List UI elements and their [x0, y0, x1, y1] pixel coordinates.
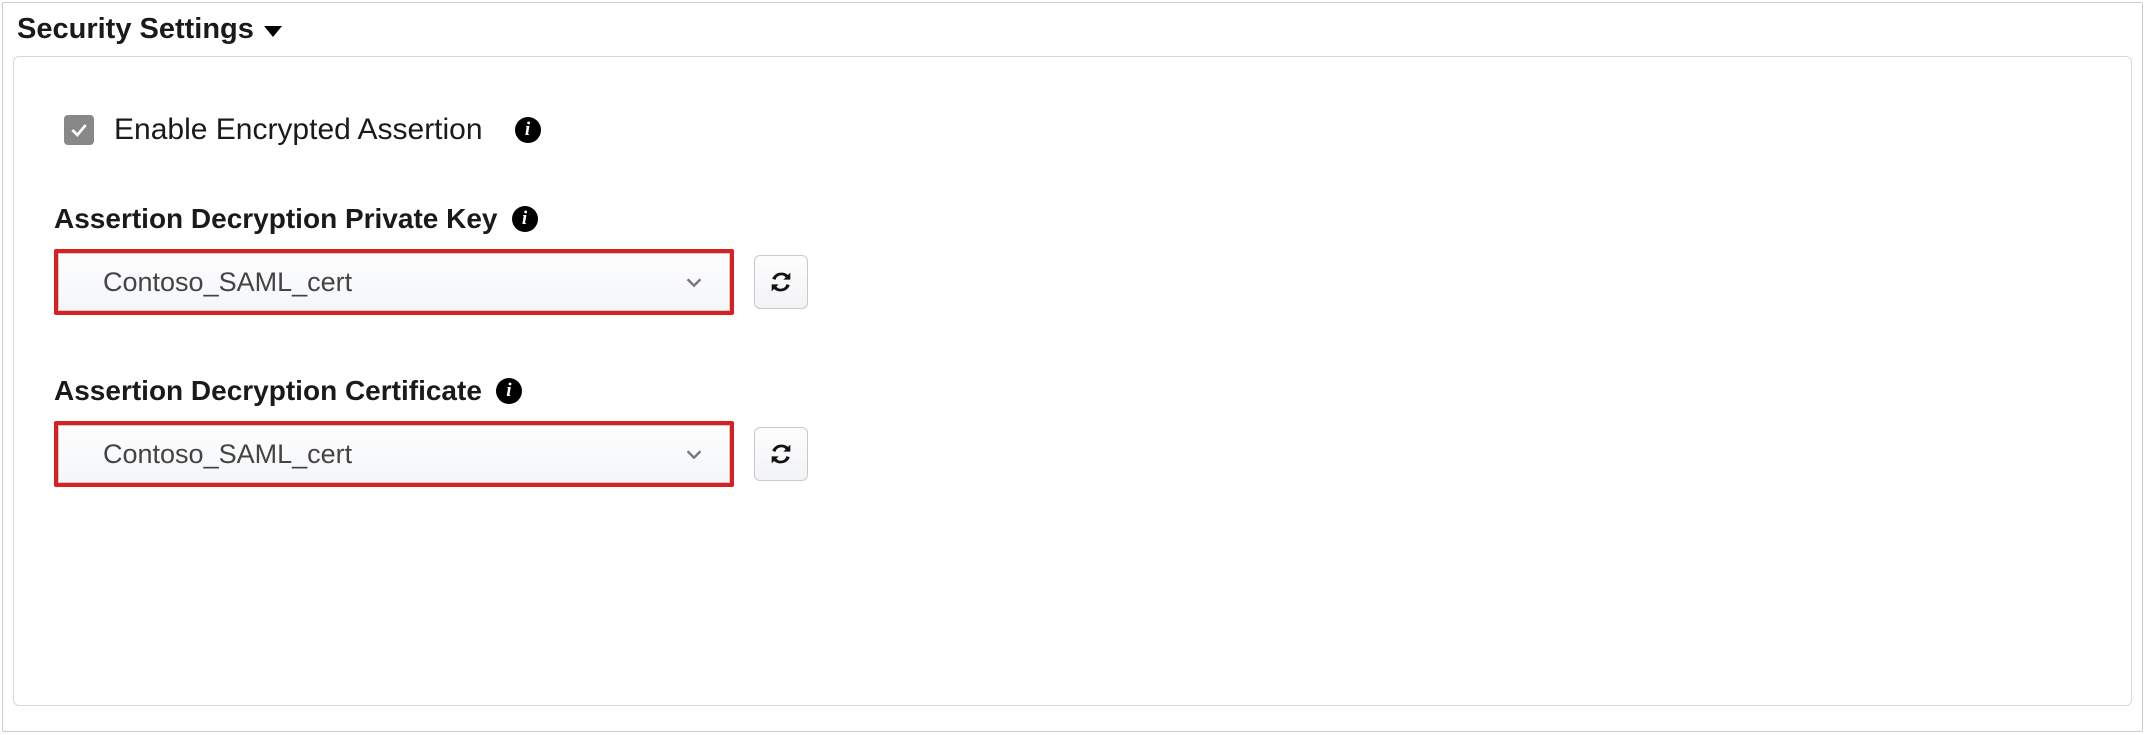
private-key-label: Assertion Decryption Private Key: [54, 203, 498, 235]
checkmark-icon: [69, 120, 89, 140]
certificate-label: Assertion Decryption Certificate: [54, 375, 482, 407]
section-header[interactable]: Security Settings: [13, 9, 2132, 56]
info-icon[interactable]: i: [512, 206, 538, 232]
enable-encrypted-assertion-label: Enable Encrypted Assertion: [114, 113, 495, 147]
refresh-icon: [767, 440, 795, 468]
chevron-down-icon: [683, 271, 705, 293]
info-icon[interactable]: i: [515, 117, 541, 143]
certificate-select[interactable]: Contoso_SAML_cert: [58, 425, 730, 483]
private-key-refresh-button[interactable]: [754, 255, 808, 309]
private-key-select[interactable]: Contoso_SAML_cert: [58, 253, 730, 311]
refresh-icon: [767, 268, 795, 296]
certificate-select-value: Contoso_SAML_cert: [103, 439, 352, 470]
enable-encrypted-assertion-checkbox[interactable]: [64, 115, 94, 145]
caret-down-icon: [264, 26, 282, 37]
info-icon[interactable]: i: [496, 378, 522, 404]
certificate-refresh-button[interactable]: [754, 427, 808, 481]
section-title: Security Settings: [17, 13, 254, 46]
assertion-private-key-field: Assertion Decryption Private Key i Conto…: [54, 203, 2091, 315]
private-key-select-value: Contoso_SAML_cert: [103, 267, 352, 298]
certificate-select-highlight: Contoso_SAML_cert: [54, 421, 734, 487]
chevron-down-icon: [683, 443, 705, 465]
security-settings-container: Security Settings Enable Encrypted Asser…: [2, 2, 2143, 732]
private-key-select-highlight: Contoso_SAML_cert: [54, 249, 734, 315]
enable-encrypted-assertion-row: Enable Encrypted Assertion i: [54, 113, 2091, 147]
assertion-certificate-field: Assertion Decryption Certificate i Conto…: [54, 375, 2091, 487]
section-panel: Enable Encrypted Assertion i Assertion D…: [13, 56, 2132, 706]
